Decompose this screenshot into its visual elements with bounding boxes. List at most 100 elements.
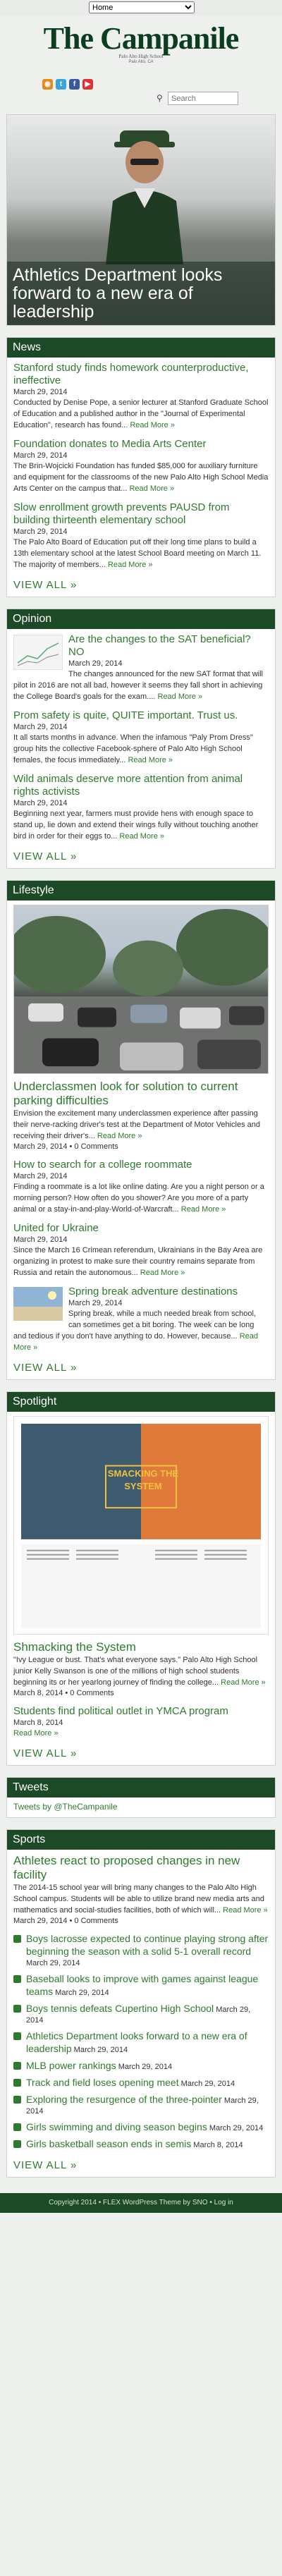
opinion-view-all-link[interactable]: VIEW ALL » — [13, 850, 269, 862]
masthead: The Campanile Palo Alto High School Palo… — [0, 16, 282, 114]
parking-lot-photo — [14, 908, 268, 1073]
spotlight-item-date: March 8, 2014 — [13, 1719, 63, 1727]
news-item: Slow enrollment growth prevents PAUSD fr… — [13, 501, 269, 570]
opinion-item-title[interactable]: Prom safety is quite, QUITE important. T… — [13, 709, 269, 722]
list-item: Girls swimming and diving season begins … — [13, 2121, 269, 2134]
bullet-icon — [13, 2140, 21, 2148]
headline-link[interactable]: Boys lacrosse expected to continue playi… — [26, 1933, 268, 1957]
bullet-icon — [13, 2062, 21, 2070]
read-more-link[interactable]: Read More » — [13, 1729, 59, 1738]
lifestyle-item: Spring break adventure destinations Marc… — [13, 1286, 269, 1353]
read-more-link[interactable]: Read More » — [128, 756, 173, 764]
list-item: Baseball looks to improve with games aga… — [13, 1973, 269, 1998]
spotlight-heading[interactable]: Spotlight — [7, 1392, 275, 1412]
rss-icon[interactable]: ◉ — [42, 79, 53, 90]
search-input[interactable] — [168, 92, 238, 105]
lifestyle-item: Underclassmen look for solution to curre… — [13, 1080, 269, 1152]
lifestyle-thumbnail[interactable] — [13, 1287, 63, 1321]
lifestyle-section: Lifestyle Underclassmen look for solutio… — [6, 880, 276, 1380]
read-more-link[interactable]: Read More » — [97, 1132, 142, 1140]
lifestyle-item-date: March 29, 2014 — [13, 1235, 68, 1244]
news-item-title[interactable]: Slow enrollment growth prevents PAUSD fr… — [13, 501, 269, 527]
lifestyle-heading[interactable]: Lifestyle — [7, 881, 275, 901]
hero-title[interactable]: Athletics Department looks forward to a … — [13, 266, 269, 321]
headline-link[interactable]: Exploring the resurgence of the three-po… — [26, 2094, 222, 2105]
read-more-link[interactable]: Read More » — [129, 484, 174, 493]
tweets-link[interactable]: Tweets by @TheCampanile — [13, 1802, 118, 1812]
sports-view-all-link[interactable]: VIEW ALL » — [13, 2159, 269, 2171]
sports-heading[interactable]: Sports — [7, 1830, 275, 1850]
top-nav-bar: Home — [0, 0, 282, 16]
read-more-link[interactable]: Read More » — [223, 1906, 268, 1915]
opinion-thumbnail[interactable] — [13, 635, 63, 670]
news-item: Stanford study finds homework counterpro… — [13, 362, 269, 431]
headline-link[interactable]: Girls swimming and diving season begins — [26, 2121, 207, 2132]
opinion-item-excerpt: The changes announced for the new SAT fo… — [13, 670, 263, 701]
opinion-item: Are the changes to the SAT beneficial? N… — [13, 633, 269, 702]
opinion-item-title[interactable]: Wild animals deserve more attention from… — [13, 773, 269, 798]
read-more-link[interactable]: Read More » — [108, 561, 153, 569]
lifestyle-lead-photo[interactable] — [13, 905, 269, 1074]
sports-section: Sports Athletes react to proposed change… — [6, 1829, 276, 2178]
lifestyle-item-excerpt: Finding a roommate is a lot like online … — [13, 1183, 264, 1214]
spotlight-lead-graphic[interactable]: SMACKING THE SYSTEM — [13, 1416, 269, 1635]
spotlight-item-meta: March 8, 2014 • 0 Comments — [13, 1689, 114, 1697]
nav-select[interactable]: Home — [89, 1, 195, 13]
site-footer: Copyright 2014 • FLEX WordPress Theme by… — [0, 2193, 282, 2213]
list-item: MLB power rankings March 29, 2014 — [13, 2060, 269, 2073]
sports-lead-meta: March 29, 2014 • 0 Comments — [13, 1917, 118, 1925]
lifestyle-view-all-link[interactable]: VIEW ALL » — [13, 1362, 269, 1374]
spotlight-item-title[interactable]: Shmacking the System — [13, 1640, 269, 1654]
headline-link[interactable]: Track and field loses opening meet — [26, 2077, 179, 2088]
read-more-link[interactable]: Read More » — [221, 1678, 266, 1687]
spotlight-view-all-link[interactable]: VIEW ALL » — [13, 1747, 269, 1759]
headline-date: March 29, 2014 — [118, 2063, 173, 2071]
read-more-link[interactable]: Read More » — [130, 421, 175, 429]
read-more-link[interactable]: Read More » — [140, 1269, 185, 1277]
tweets-heading[interactable]: Tweets — [7, 1778, 275, 1797]
hero-story[interactable]: Athletics Department looks forward to a … — [6, 114, 276, 326]
sports-headline-list: Boys lacrosse expected to continue playi… — [13, 1933, 269, 2151]
search-icon[interactable]: ⚲ — [157, 93, 163, 103]
lifestyle-item-date: March 29, 2014 — [13, 1172, 68, 1180]
read-more-link[interactable]: Read More » — [158, 692, 203, 701]
news-heading[interactable]: News — [7, 338, 275, 358]
news-item-title[interactable]: Foundation donates to Media Arts Center — [13, 438, 269, 451]
headline-link[interactable]: MLB power rankings — [26, 2060, 116, 2071]
opinion-section: Opinion Are the changes to the SAT benef… — [6, 609, 276, 869]
list-item: Exploring the resurgence of the three-po… — [13, 2094, 269, 2117]
headline-date: March 29, 2014 — [180, 2080, 235, 2088]
tweets-section: Tweets Tweets by @TheCampanile — [6, 1777, 276, 1818]
news-section: News Stanford study finds homework count… — [6, 337, 276, 597]
bullet-icon — [13, 2123, 21, 2131]
opinion-heading[interactable]: Opinion — [7, 609, 275, 629]
read-more-link[interactable]: Read More » — [181, 1205, 226, 1214]
headline-link[interactable]: Athletics Department looks forward to a … — [26, 2030, 247, 2054]
lifestyle-item-title[interactable]: United for Ukraine — [13, 1222, 269, 1235]
spread-graphic — [21, 1423, 261, 1629]
bullet-icon — [13, 1975, 21, 1983]
headline-link[interactable]: Boys tennis defeats Cupertino High Schoo… — [26, 2003, 214, 2014]
lifestyle-item-title[interactable]: How to search for a college roommate — [13, 1159, 269, 1171]
opinion-item: Prom safety is quite, QUITE important. T… — [13, 709, 269, 766]
spotlight-item-title[interactable]: Students find political outlet in YMCA p… — [13, 1705, 269, 1718]
bullet-icon — [13, 2096, 21, 2104]
opinion-item-date: March 29, 2014 — [13, 799, 68, 807]
youtube-icon[interactable]: ▶ — [82, 79, 93, 90]
bullet-icon — [13, 1935, 21, 1943]
sports-lead-title[interactable]: Athletes react to proposed changes in ne… — [13, 1854, 269, 1882]
news-view-all-link[interactable]: VIEW ALL » — [13, 579, 269, 591]
site-logo[interactable]: The Campanile — [0, 23, 282, 55]
hero-photo — [106, 130, 183, 264]
headline-date: March 29, 2014 — [209, 2124, 264, 2132]
news-item-title[interactable]: Stanford study finds homework counterpro… — [13, 362, 269, 387]
twitter-icon[interactable]: t — [56, 79, 66, 90]
facebook-icon[interactable]: f — [69, 79, 80, 90]
lifestyle-item-title[interactable]: Underclassmen look for solution to curre… — [13, 1080, 269, 1108]
bullet-icon — [13, 2005, 21, 2013]
headline-link[interactable]: Girls basketball season ends in semis — [26, 2138, 191, 2149]
spotlight-graphic-text: SMACKING THE SYSTEM — [107, 1468, 179, 1491]
list-item: Girls basketball season ends in semis Ma… — [13, 2138, 269, 2151]
spotlight-item: Shmacking the System "Ivy League or bust… — [13, 1640, 269, 1698]
read-more-link[interactable]: Read More » — [119, 832, 164, 841]
